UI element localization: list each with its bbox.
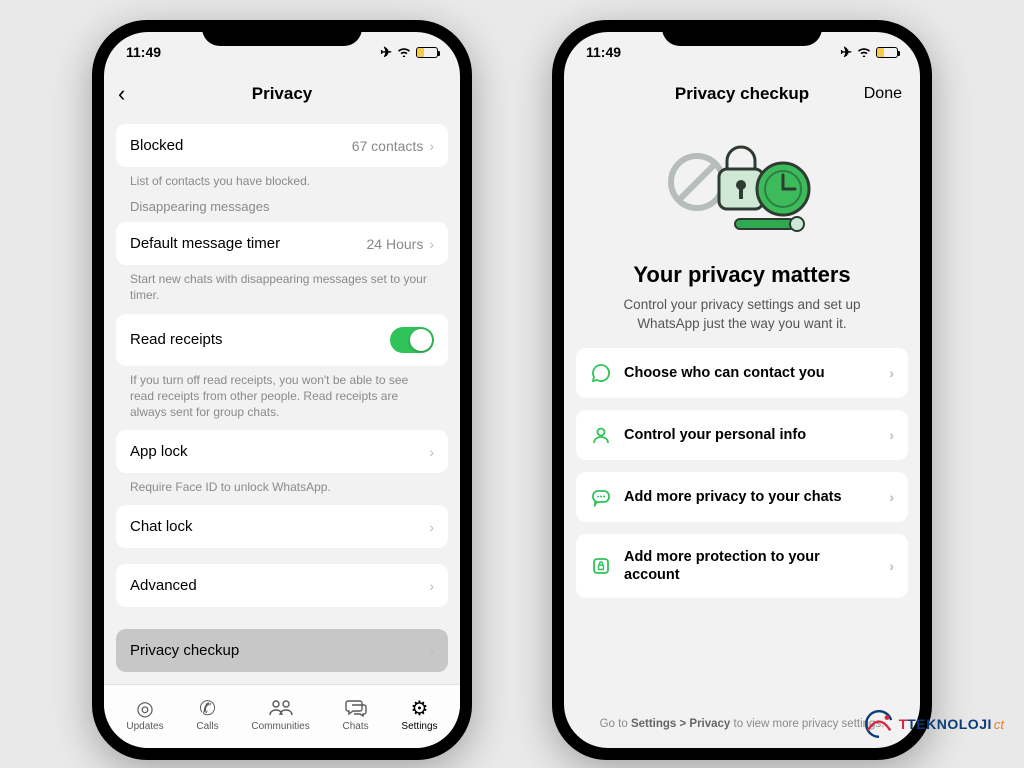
privacy-checkup-content: Your privacy matters Control your privac… xyxy=(564,116,920,748)
watermark-suffix: ct xyxy=(994,717,1004,732)
airplane-icon: ✈︎ xyxy=(840,44,852,61)
status-icons: ✈︎ xyxy=(380,44,438,61)
chat-bubble-icon xyxy=(590,362,612,384)
airplane-icon: ✈︎ xyxy=(380,44,392,61)
settings-icon: ⚙ xyxy=(411,697,429,719)
tab-label: Calls xyxy=(196,721,218,732)
tab-label: Settings xyxy=(401,721,437,732)
privacy-illustration xyxy=(576,122,908,252)
done-button[interactable]: Done xyxy=(864,85,902,103)
wifi-icon xyxy=(396,44,412,60)
receipts-label: Read receipts xyxy=(130,331,223,348)
shield-icon xyxy=(590,555,612,577)
blocked-label: Blocked xyxy=(130,137,183,154)
option-label: Control your personal info xyxy=(624,426,877,444)
timer-value: 24 Hours xyxy=(367,236,424,252)
chatlock-label: Chat lock xyxy=(130,518,193,535)
chevron-right-icon: › xyxy=(429,643,434,659)
applock-label: App lock xyxy=(130,443,188,460)
chevron-right-icon: › xyxy=(889,365,894,381)
option-label: Add more protection to your account xyxy=(624,548,877,584)
chevron-right-icon: › xyxy=(429,519,434,535)
status-time: 11:49 xyxy=(586,44,621,60)
timer-label: Default message timer xyxy=(130,235,280,252)
option-privacy-chats[interactable]: Add more privacy to your chats › xyxy=(576,472,908,522)
chevron-right-icon: › xyxy=(429,444,434,460)
watermark-text: TEKNOLOJI xyxy=(907,716,992,732)
chevron-right-icon: › xyxy=(889,427,894,443)
status-time: 11:49 xyxy=(126,44,161,60)
checkup-label: Privacy checkup xyxy=(130,642,239,659)
phone-frame-right: 11:49 ✈︎ Privacy checkup Done xyxy=(552,20,932,760)
tab-communities[interactable]: Communities xyxy=(251,697,309,732)
option-protection-account[interactable]: Add more protection to your account › xyxy=(576,534,908,598)
blocked-value: 67 contacts xyxy=(352,138,424,154)
option-choose-contact[interactable]: Choose who can contact you › xyxy=(576,348,908,398)
chevron-right-icon: › xyxy=(889,558,894,574)
person-icon xyxy=(590,424,612,446)
disappearing-section-title: Disappearing messages xyxy=(116,191,448,214)
page-title: Privacy xyxy=(252,84,313,104)
footer-prefix: Go to xyxy=(600,718,631,730)
hero-title: Your privacy matters xyxy=(576,262,908,288)
tab-label: Updates xyxy=(126,721,163,732)
phone-notch xyxy=(662,20,822,46)
tab-settings[interactable]: ⚙ Settings xyxy=(401,697,437,732)
footer-link: Settings > Privacy xyxy=(631,718,730,730)
option-control-personal[interactable]: Control your personal info › xyxy=(576,410,908,460)
battery-icon xyxy=(416,47,438,58)
read-receipts-row[interactable]: Read receipts xyxy=(116,314,448,366)
phone-notch xyxy=(202,20,362,46)
phone-screen-right: 11:49 ✈︎ Privacy checkup Done xyxy=(564,32,920,748)
wifi-icon xyxy=(856,44,872,60)
chevron-right-icon: › xyxy=(429,236,434,252)
tab-label: Communities xyxy=(251,721,309,732)
advanced-row[interactable]: Advanced › xyxy=(116,564,448,607)
blocked-row[interactable]: Blocked 67 contacts › xyxy=(116,124,448,167)
footer-suffix: to view more privacy settings. xyxy=(730,718,884,730)
blocked-desc: List of contacts you have blocked. xyxy=(116,167,448,191)
receipts-desc: If you turn off read receipts, you won't… xyxy=(116,366,448,423)
calls-icon: ✆ xyxy=(199,697,216,719)
tab-updates[interactable]: ◎ Updates xyxy=(126,697,163,732)
chat-lock-row[interactable]: Chat lock › xyxy=(116,505,448,548)
tab-label: Chats xyxy=(343,721,369,732)
privacy-settings-content: Blocked 67 contacts › List of contacts y… xyxy=(104,116,460,684)
chevron-right-icon: › xyxy=(429,138,434,154)
footer-note: Go to Settings > Privacy to view more pr… xyxy=(576,704,908,748)
header: ‹ Privacy xyxy=(104,72,460,116)
header: Privacy checkup Done xyxy=(564,72,920,116)
chevron-right-icon: › xyxy=(429,578,434,594)
watermark-logo-icon xyxy=(863,708,895,740)
phone-frame-left: 11:49 ✈︎ ‹ Privacy Blocked 67 contacts ›… xyxy=(92,20,472,760)
chevron-right-icon: › xyxy=(889,489,894,505)
timer-desc: Start new chats with disappearing messag… xyxy=(116,265,448,305)
tab-bar: ◎ Updates ✆ Calls Communities Chats ⚙ xyxy=(104,684,460,748)
advanced-label: Advanced xyxy=(130,577,197,594)
message-icon xyxy=(590,486,612,508)
privacy-checkup-row[interactable]: Privacy checkup › xyxy=(116,629,448,672)
default-timer-row[interactable]: Default message timer 24 Hours › xyxy=(116,222,448,265)
chats-icon xyxy=(345,697,367,719)
watermark: TTEKNOLOJIct xyxy=(863,708,1004,740)
option-label: Choose who can contact you xyxy=(624,364,877,382)
app-lock-row[interactable]: App lock › xyxy=(116,430,448,473)
phone-screen-left: 11:49 ✈︎ ‹ Privacy Blocked 67 contacts ›… xyxy=(104,32,460,748)
tab-calls[interactable]: ✆ Calls xyxy=(196,697,218,732)
applock-desc: Require Face ID to unlock WhatsApp. xyxy=(116,473,448,497)
updates-icon: ◎ xyxy=(136,697,153,719)
hero-subtitle: Control your privacy settings and set up… xyxy=(576,288,908,336)
tab-chats[interactable]: Chats xyxy=(343,697,369,732)
back-button[interactable]: ‹ xyxy=(118,83,125,105)
receipts-toggle[interactable] xyxy=(390,327,434,353)
communities-icon xyxy=(269,697,293,719)
status-icons: ✈︎ xyxy=(840,44,898,61)
battery-icon xyxy=(876,47,898,58)
page-title: Privacy checkup xyxy=(675,84,809,104)
option-label: Add more privacy to your chats xyxy=(624,488,877,506)
